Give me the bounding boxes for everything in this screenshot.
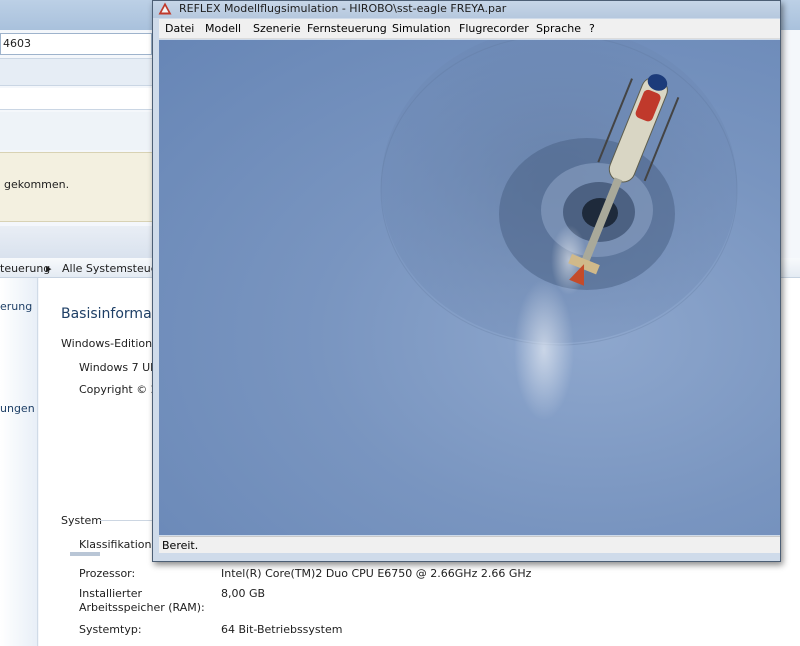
search-strip [0,88,152,110]
left-navigation-pane: erung ungen [0,278,38,646]
windows-edition-value: Windows 7 Ult [79,361,158,374]
window-title: REFLEX Modellflugsimulation - HIROBO\sst… [179,2,507,15]
simulation-viewport[interactable] [159,40,780,535]
left-link-1[interactable]: erung [0,300,32,313]
breadcrumb-item-alle-systemsteuerung[interactable]: Alle Systemsteue [62,262,157,275]
address-field[interactable]: 4603 [0,33,152,55]
section-divider [100,520,160,521]
system-type-label: Systemtyp: [79,623,142,636]
notification-text: gekommen. [4,178,70,191]
menu-datei[interactable]: Datei [165,22,194,35]
menu-simulation[interactable]: Simulation [392,22,451,35]
processor-value: Intel(R) Core(TM)2 Duo CPU E6750 @ 2.66G… [221,567,532,580]
reflex-window: REFLEX Modellflugsimulation - HIROBO\sst… [152,0,781,562]
menu-szenerie[interactable]: Szenerie [253,22,301,35]
menu-sprache[interactable]: Sprache [536,22,581,35]
menu-flugrecorder[interactable]: Flugrecorder [459,22,529,35]
classification-label: Klassifikation: [79,538,156,551]
panel-strip [0,112,152,150]
copyright-text: Copyright © 2 [79,383,158,396]
windows-edition-label: Windows-Edition [61,337,153,350]
breadcrumb-separator-icon[interactable]: ▸ [46,262,52,275]
menu-fernsteuerung[interactable]: Fernsteuerung [307,22,387,35]
menu-help[interactable]: ? [589,22,595,35]
menu-bar: Datei Modell Szenerie Fernsteuerung Simu… [159,19,780,39]
system-section-title: System [61,514,103,527]
reflex-titlebar[interactable]: REFLEX Modellflugsimulation - HIROBO\sst… [153,1,780,18]
status-bar: Bereit. [159,536,780,553]
left-link-2[interactable]: ungen [0,402,35,415]
navigation-bar [0,226,152,258]
processor-label: Prozessor: [79,567,136,580]
address-value: 4603 [3,37,31,50]
ram-label: Installierter Arbeitsspeicher (RAM): [79,587,205,614]
toolbar-strip [0,58,152,86]
system-type-value: 64 Bit-Betriebssystem [221,623,343,636]
smoke-trail [514,280,574,420]
helicopter-scene [380,40,738,420]
breadcrumb-item-steuerung[interactable]: teuerung [0,262,50,275]
status-text: Bereit. [162,539,199,552]
menu-modell[interactable]: Modell [205,22,241,35]
page-title: Basisinformat [61,306,158,322]
scroll-grip [70,552,100,556]
notification-bar: gekommen. [0,152,152,222]
ram-value: 8,00 GB [221,587,266,600]
warning-triangle-icon [158,2,172,15]
